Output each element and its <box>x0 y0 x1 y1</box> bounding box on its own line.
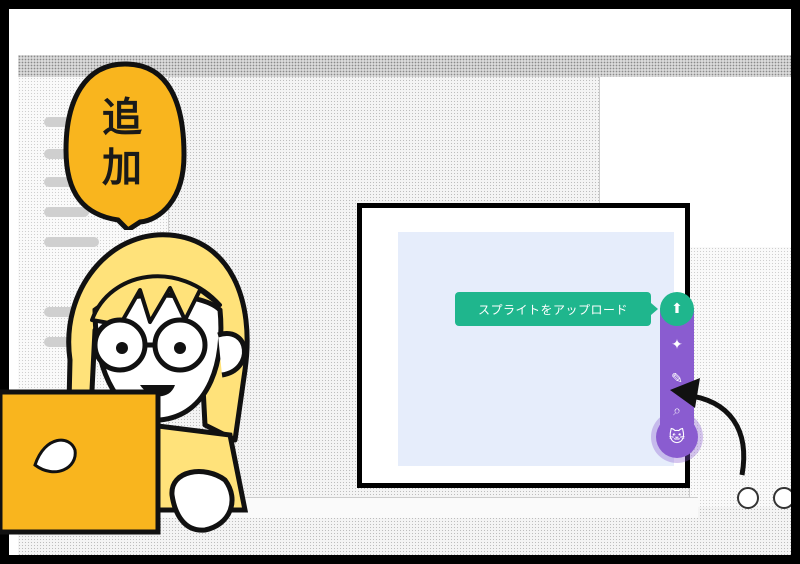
hand <box>169 469 235 533</box>
bubble-char-2: 加 <box>102 145 142 191</box>
add-sprite-icon <box>737 487 759 509</box>
character-illustration <box>0 232 250 535</box>
upload-icon[interactable]: ⬆ <box>660 300 694 318</box>
eye-right <box>174 342 186 354</box>
zoom-inset: スプライトをアップロード ⬆ ✦ ✎ ⌕ 🐱 <box>357 203 698 488</box>
laptop <box>0 389 161 535</box>
sprite-area-background: スプライトをアップロード ⬆ ✦ ✎ ⌕ 🐱 <box>398 232 698 466</box>
eye-left <box>116 342 128 354</box>
pointer-arrow <box>670 378 747 476</box>
upload-sprite-tooltip: スプライトをアップロード <box>455 292 658 326</box>
sparkle-icon[interactable]: ✦ <box>660 336 694 354</box>
add-backdrop-icon <box>773 487 791 509</box>
